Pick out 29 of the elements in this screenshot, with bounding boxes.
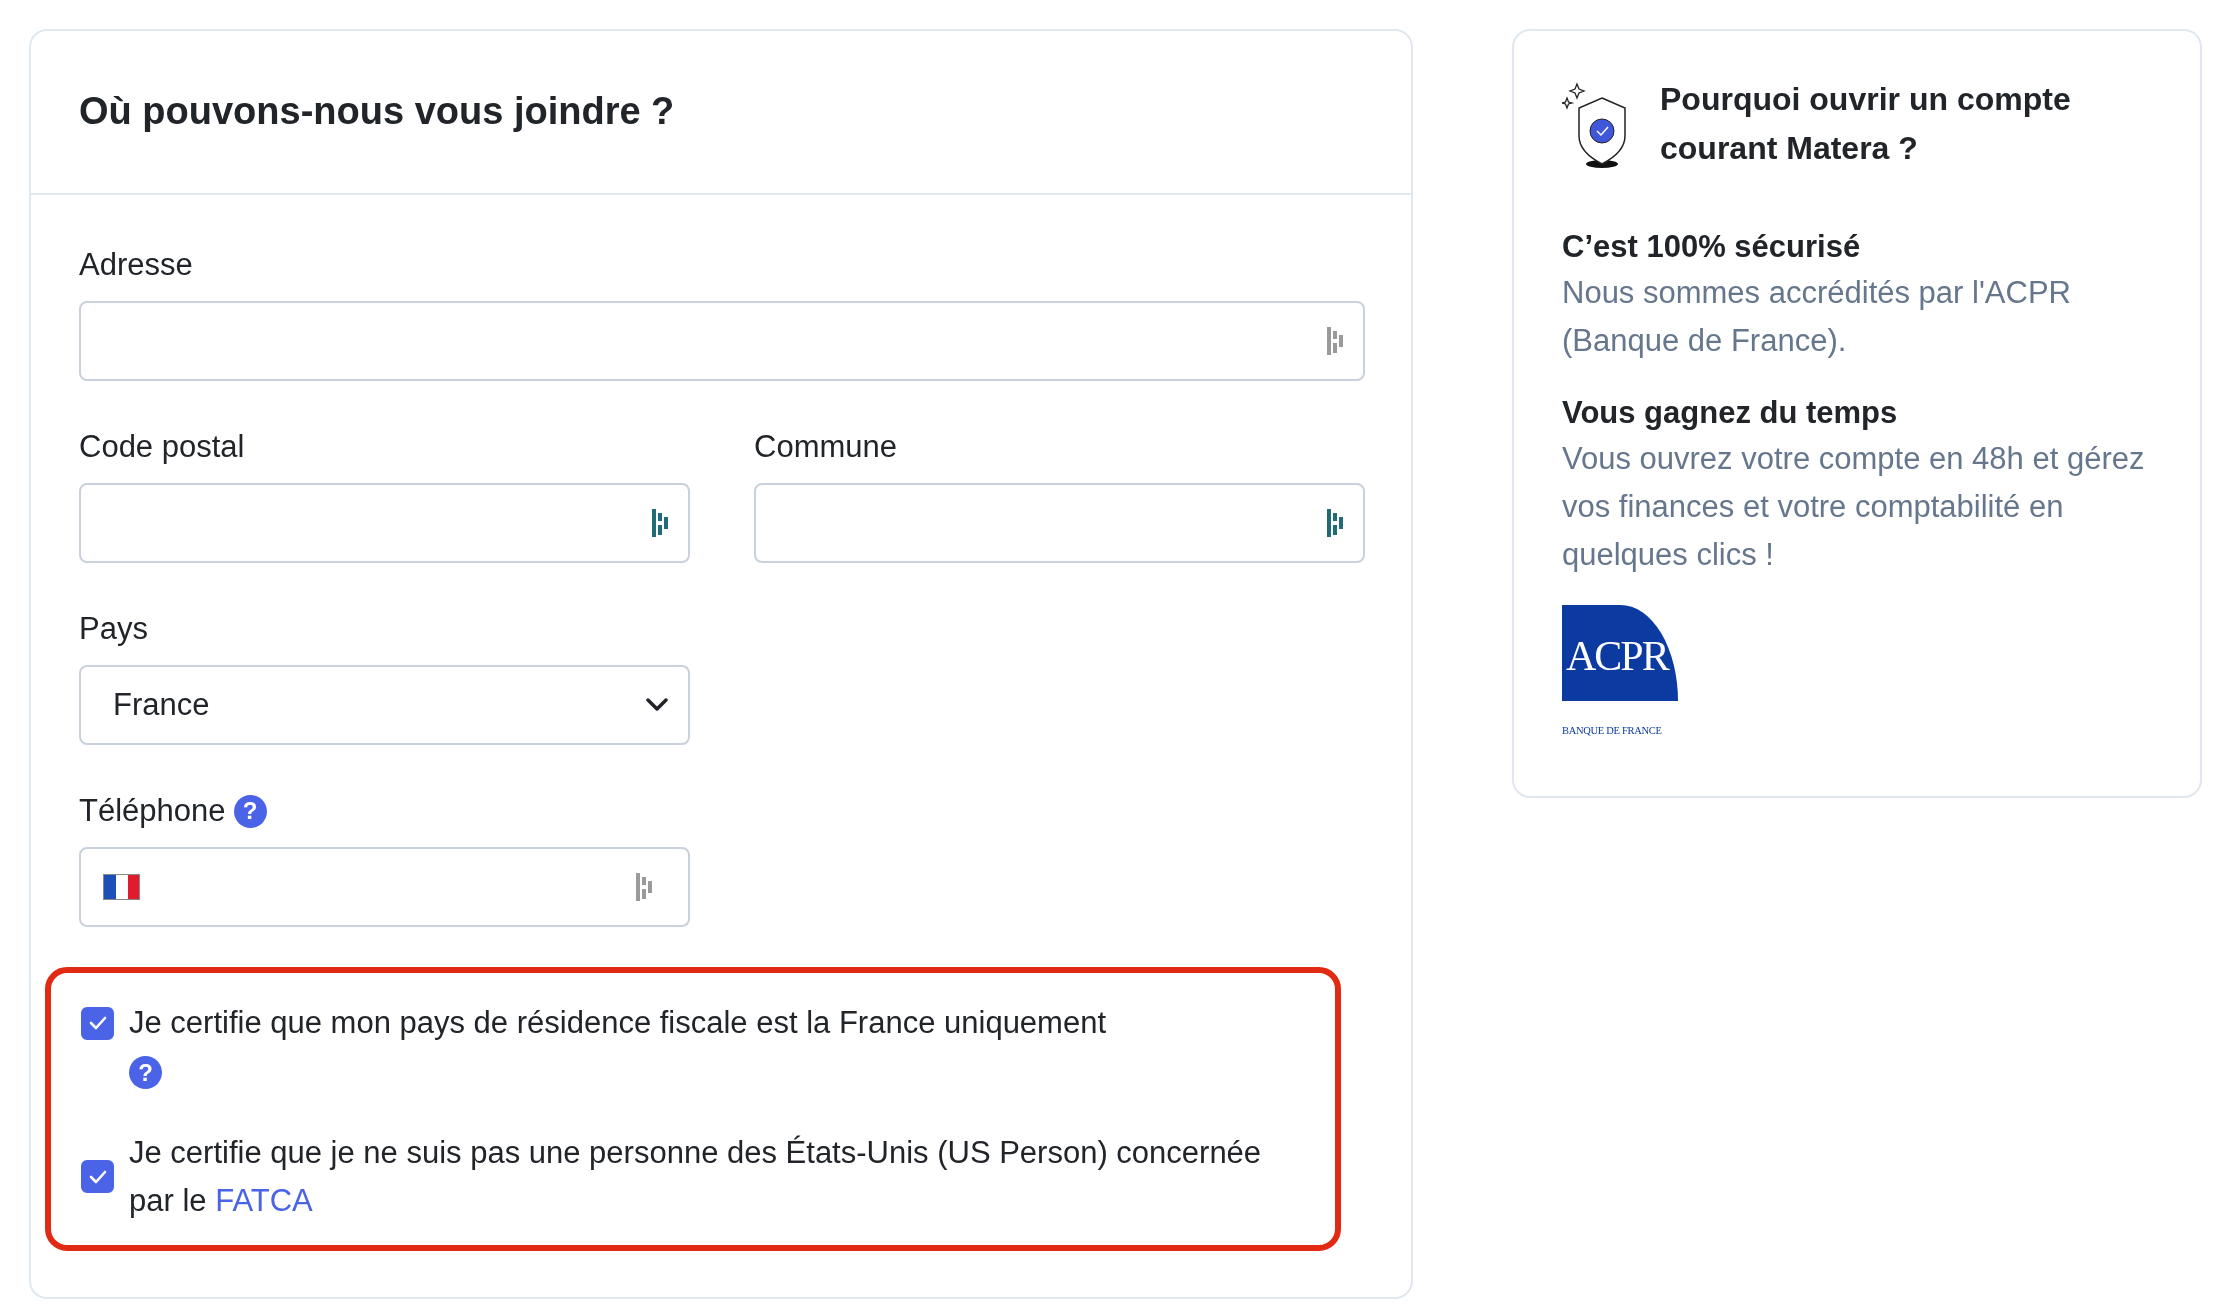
field-label: Pays	[79, 610, 148, 648]
help-icon[interactable]: ?	[129, 1056, 162, 1090]
flag-icon	[103, 874, 140, 900]
field-label: Commune	[754, 428, 897, 466]
info-title: Pourquoi ouvrir un compte courant Matera ?	[1660, 80, 2072, 168]
help-icon[interactable]: ?	[233, 794, 267, 828]
info-text: Nous sommes accrédités par l'ACPR (Banque de France).	[1562, 274, 2072, 360]
form-title: Où pouvons-nous vous joindre ?	[79, 89, 675, 135]
phone-field[interactable]	[79, 847, 690, 927]
field-label: Téléphone	[79, 792, 226, 830]
info-heading: Vous gagnez du temps	[1562, 394, 1899, 432]
checkbox-label: Je certifie que mon pays de résidence fiscale est la France uniquement	[129, 1004, 1107, 1042]
field-label: Code postal	[79, 428, 245, 466]
fatca-link[interactable]: FATCA	[215, 1182, 313, 1218]
logo-title: ACPR	[1562, 605, 1678, 701]
check-icon	[87, 1168, 108, 1185]
field-label: Adresse	[79, 246, 193, 284]
checkbox[interactable]	[81, 1160, 114, 1193]
input-field[interactable]	[79, 301, 1365, 381]
checkbox[interactable]	[81, 1006, 114, 1040]
checkbox-label: Je certifie que je ne suis pas une personne des États-Unis (US Person) concernée par le FATCA	[129, 1133, 1263, 1220]
info-heading: C’est 100% sécurisé	[1562, 228, 1862, 266]
input-field[interactable]	[754, 483, 1365, 563]
country-select[interactable]: France	[79, 665, 690, 745]
input-field[interactable]	[79, 483, 690, 563]
logo-subtitle: BANQUE DE FRANCE	[1562, 724, 1662, 738]
info-text: Vous ouvrez votre compte en 48h et gérez vos finances et votre comptabilité en quelques clics !	[1562, 440, 2146, 574]
chevron-down-icon	[646, 698, 668, 712]
check-icon	[87, 1015, 108, 1031]
